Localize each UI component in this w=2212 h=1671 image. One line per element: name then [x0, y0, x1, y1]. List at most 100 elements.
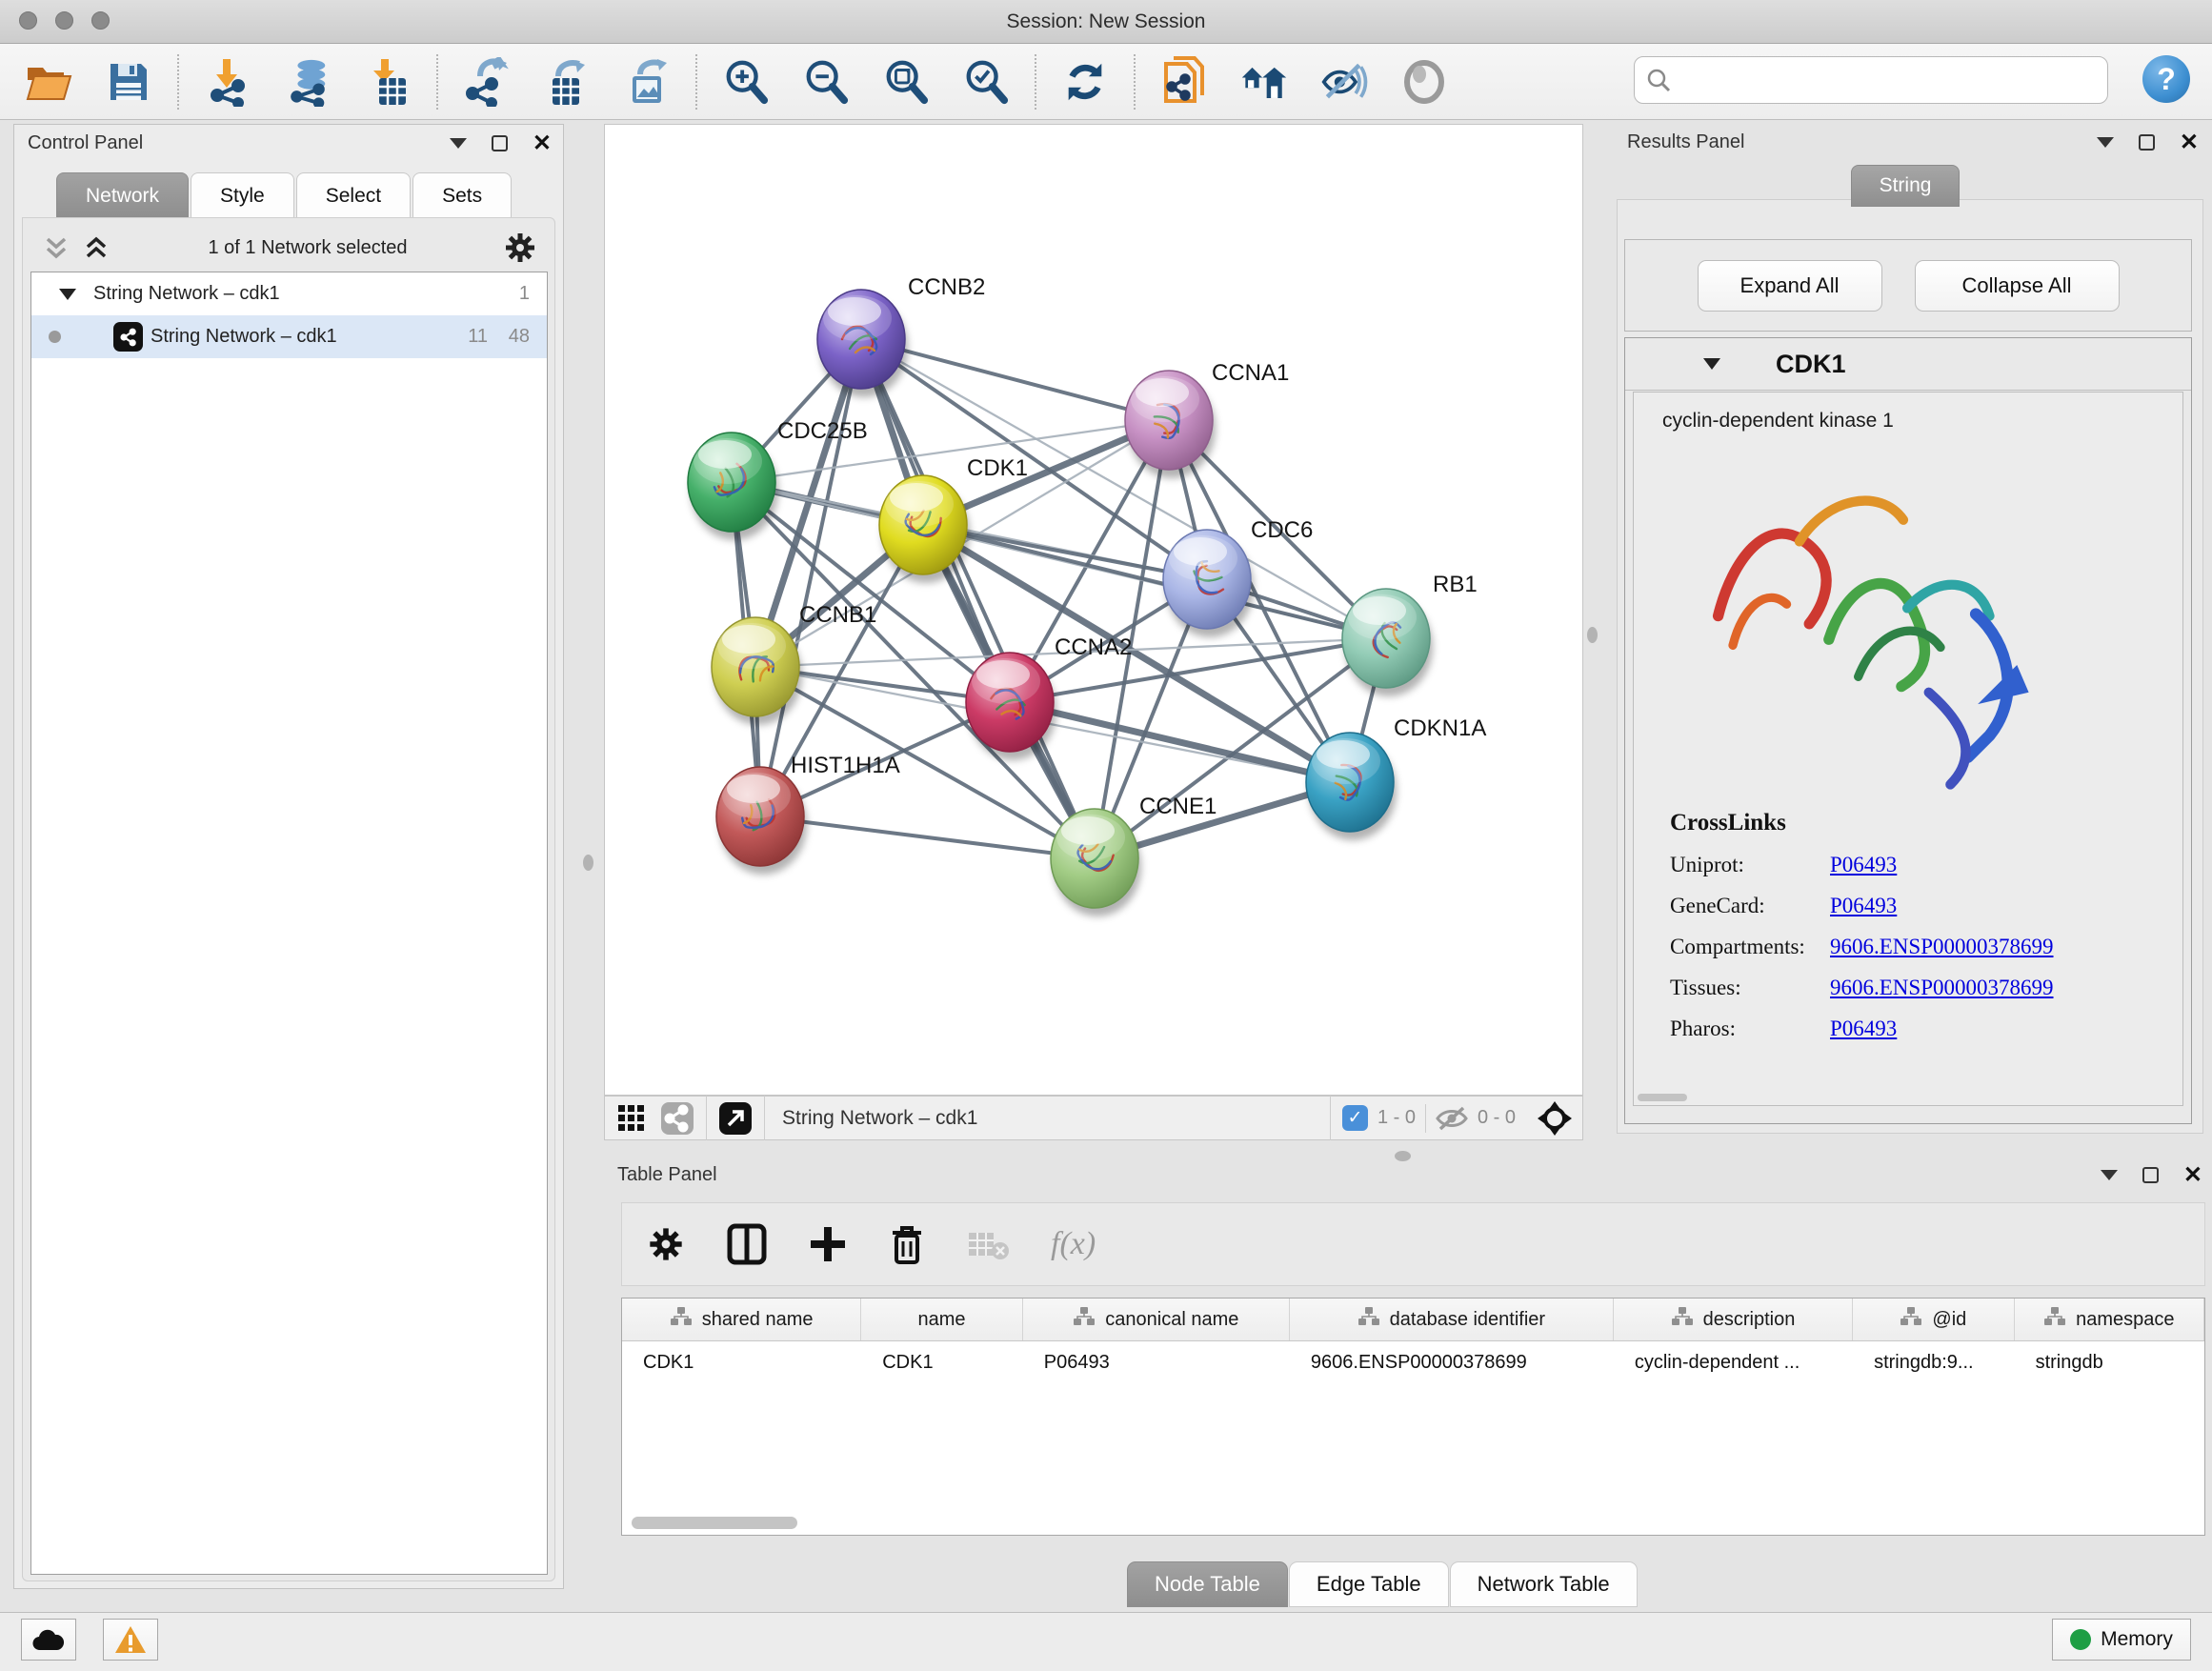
horizontal-splitter-handle[interactable] — [1395, 1151, 1411, 1161]
results-panel-close-icon[interactable]: ✕ — [2180, 134, 2199, 151]
edge-CCNB2-CCNE1[interactable] — [861, 339, 1095, 858]
import-database-icon[interactable] — [284, 58, 332, 106]
column-header-canonicalname[interactable]: canonical name — [1023, 1299, 1290, 1340]
node-CDK1[interactable] — [879, 475, 970, 583]
edge-CCNB2-HIST1H1A[interactable] — [760, 339, 861, 816]
table-panel-menu-icon[interactable] — [2101, 1170, 2118, 1180]
show-columns-icon[interactable] — [727, 1223, 767, 1265]
table-horizontal-scrollbar[interactable] — [632, 1517, 797, 1529]
hide-graphics-details-icon[interactable] — [1320, 58, 1368, 106]
network-share-view-icon[interactable] — [660, 1101, 694, 1136]
expand-all-chevron-icon[interactable] — [40, 232, 72, 264]
right-splitter-handle[interactable] — [1587, 627, 1598, 643]
column-header-namespace[interactable]: namespace — [2015, 1299, 2204, 1340]
open-session-icon[interactable] — [25, 58, 72, 106]
maximize-window-button[interactable] — [91, 11, 110, 30]
collection-expand-icon[interactable] — [59, 289, 76, 300]
column-header-name[interactable]: name — [861, 1299, 1022, 1340]
results-panel-menu-icon[interactable] — [2097, 137, 2114, 148]
warning-button[interactable] — [103, 1619, 158, 1661]
zoom-selected-icon[interactable] — [962, 58, 1010, 106]
tab-network[interactable]: Network — [56, 172, 189, 218]
export-image-icon[interactable] — [623, 58, 671, 106]
node-CDC6[interactable] — [1163, 530, 1254, 637]
refresh-icon[interactable] — [1061, 58, 1109, 106]
save-session-icon[interactable] — [105, 58, 152, 106]
node-HIST1H1A[interactable] — [716, 767, 807, 875]
cdk1-entry-header[interactable]: CDK1 — [1625, 338, 2191, 391]
export-table-icon[interactable] — [543, 58, 591, 106]
entry-collapse-icon[interactable] — [1703, 358, 1720, 370]
expand-all-button[interactable]: Expand All — [1698, 260, 1882, 312]
edge-CCNA2-CDKN1A[interactable] — [1010, 702, 1350, 782]
node-CDKN1A[interactable] — [1306, 733, 1397, 840]
control-panel-float-icon[interactable] — [492, 135, 508, 151]
tab-sets[interactable]: Sets — [412, 172, 512, 218]
table-gear-icon[interactable] — [647, 1225, 685, 1263]
crosslink-link[interactable]: P06493 — [1830, 894, 1897, 918]
crosslink-link[interactable]: P06493 — [1830, 1017, 1897, 1041]
control-panel-close-icon[interactable]: ✕ — [533, 135, 552, 151]
node-CCNA1[interactable] — [1125, 371, 1216, 478]
network-view-canvas[interactable]: CCNB2CCNA1CDC25BCDK1CDC6RB1CCNB1CCNA2CDK… — [604, 124, 1583, 1096]
table-panel-close-icon[interactable]: ✕ — [2183, 1167, 2202, 1183]
column-header-sharedname[interactable]: shared name — [622, 1299, 861, 1340]
cloud-button[interactable] — [21, 1619, 76, 1661]
detach-view-icon[interactable] — [718, 1101, 753, 1136]
results-panel-float-icon[interactable] — [2139, 134, 2155, 151]
zoom-fit-icon[interactable] — [882, 58, 930, 106]
tab-select[interactable]: Select — [296, 172, 411, 218]
tab-network-table[interactable]: Network Table — [1450, 1561, 1638, 1607]
control-panel-menu-icon[interactable] — [450, 138, 467, 149]
table-cell[interactable]: stringdb:9... — [1853, 1341, 2015, 1383]
memory-button[interactable]: Memory — [2052, 1619, 2191, 1661]
share-document-icon[interactable] — [1160, 58, 1208, 106]
node-RB1[interactable] — [1342, 589, 1433, 696]
minimize-window-button[interactable] — [55, 11, 73, 30]
zoom-out-icon[interactable] — [802, 58, 850, 106]
zoom-in-icon[interactable] — [722, 58, 770, 106]
tab-style[interactable]: Style — [191, 172, 294, 218]
collapse-all-button[interactable]: Collapse All — [1915, 260, 2120, 312]
close-window-button[interactable] — [19, 11, 37, 30]
table-cell[interactable]: CDK1 — [622, 1341, 861, 1383]
search-input[interactable] — [1679, 70, 2107, 91]
node-CCNE1[interactable] — [1051, 809, 1141, 916]
node-CCNA2[interactable] — [966, 653, 1056, 760]
birdseye-navigator-icon[interactable] — [1536, 1099, 1574, 1137]
column-header-description[interactable]: description — [1614, 1299, 1853, 1340]
table-panel-float-icon[interactable] — [2142, 1167, 2159, 1183]
network-options-gear-icon[interactable] — [503, 231, 537, 265]
crosslink-link[interactable]: P06493 — [1830, 853, 1897, 877]
network-row-selected[interactable]: String Network – cdk1 11 48 — [31, 315, 547, 358]
import-table-icon[interactable] — [364, 58, 412, 106]
tab-string[interactable]: String — [1851, 165, 1960, 207]
table-cell[interactable]: P06493 — [1023, 1341, 1290, 1383]
results-horizontal-scrollbar[interactable] — [1638, 1094, 1687, 1101]
string-home-icon[interactable] — [1240, 58, 1288, 106]
table-cell[interactable]: stringdb — [2015, 1341, 2204, 1383]
crosslink-link[interactable]: 9606.ENSP00000378699 — [1830, 935, 2054, 959]
help-icon[interactable]: ? — [2142, 55, 2190, 103]
tab-node-table[interactable]: Node Table — [1127, 1561, 1288, 1607]
node-CCNB2[interactable] — [817, 290, 908, 397]
export-network-icon[interactable] — [463, 58, 511, 106]
column-header-databaseidentifier[interactable]: database identifier — [1290, 1299, 1614, 1340]
node-CDC25B[interactable] — [688, 433, 778, 540]
delete-column-icon[interactable] — [889, 1223, 925, 1265]
edge-HIST1H1A-CCNE1[interactable] — [760, 816, 1095, 858]
window-controls[interactable] — [19, 11, 110, 30]
hidden-eye-slash-icon[interactable] — [1436, 1105, 1468, 1132]
import-network-icon[interactable] — [204, 58, 251, 106]
node-CCNB1[interactable] — [712, 617, 802, 725]
collapse-all-chevron-icon[interactable] — [80, 232, 112, 264]
table-cell[interactable]: cyclin-dependent ... — [1614, 1341, 1853, 1383]
show-eye-icon[interactable] — [1400, 58, 1448, 106]
column-header-id[interactable]: @id — [1853, 1299, 2014, 1340]
selected-nodes-checkbox[interactable]: ✓ — [1342, 1105, 1368, 1131]
network-collection-row[interactable]: String Network – cdk1 1 — [31, 272, 547, 315]
table-cell[interactable]: 9606.ENSP00000378699 — [1290, 1341, 1614, 1383]
table-cell[interactable]: CDK1 — [861, 1341, 1023, 1383]
crosslink-link[interactable]: 9606.ENSP00000378699 — [1830, 976, 2054, 1000]
left-splitter-handle[interactable] — [583, 855, 593, 871]
